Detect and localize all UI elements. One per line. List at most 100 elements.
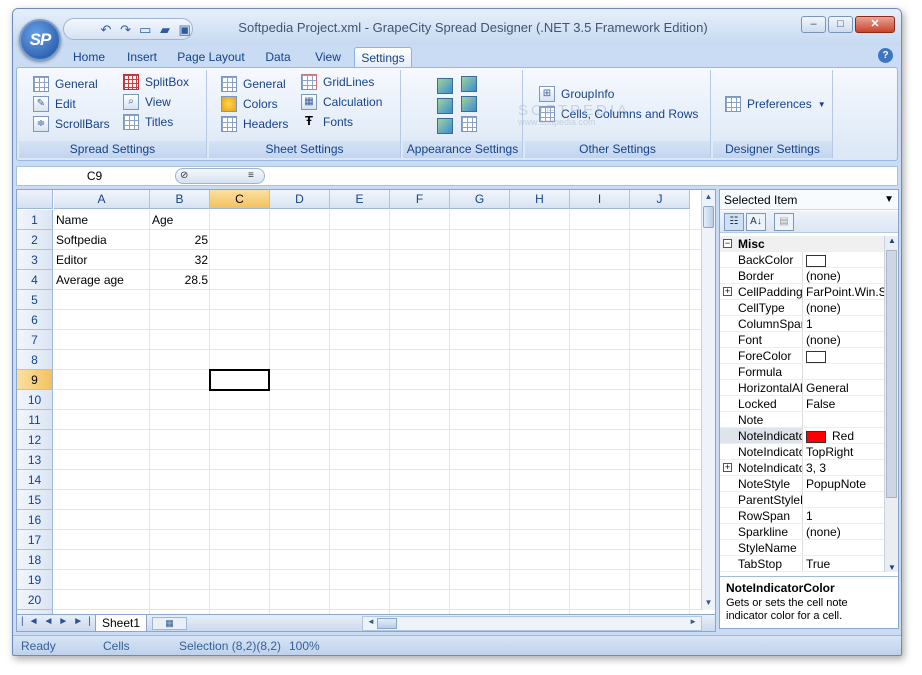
- groupinfo-button[interactable]: ⊞ GroupInfo: [539, 86, 614, 102]
- spread-edit-button[interactable]: ✎ Edit: [33, 96, 76, 112]
- formula-splitter[interactable]: ⊘ ≡: [175, 168, 265, 184]
- cell-a4[interactable]: Average age: [54, 270, 150, 290]
- property-value[interactable]: 3, 3: [804, 460, 884, 476]
- row-header-11[interactable]: 11: [17, 410, 53, 430]
- property-value[interactable]: (none): [804, 524, 884, 540]
- property-row[interactable]: StyleName: [720, 540, 884, 556]
- preferences-button[interactable]: Preferences ▼: [725, 96, 826, 112]
- spread-scrollbars-button[interactable]: ≑ ScrollBars: [33, 116, 110, 132]
- property-row[interactable]: NoteStyle PopupNote: [720, 476, 884, 492]
- scroll-thumb[interactable]: [703, 206, 714, 228]
- row-header-12[interactable]: 12: [17, 430, 53, 450]
- property-row[interactable]: TabStop True: [720, 556, 884, 572]
- cell-a2[interactable]: Softpedia: [54, 230, 150, 250]
- column-header-g[interactable]: G: [450, 190, 510, 209]
- property-scroll-thumb[interactable]: [886, 250, 897, 498]
- spread-titles-button[interactable]: Titles: [123, 114, 173, 130]
- appearance-button-6[interactable]: [461, 116, 477, 132]
- row-header-2[interactable]: 2: [17, 230, 53, 250]
- row-header-5[interactable]: 5: [17, 290, 53, 310]
- sort-alphabetical-icon[interactable]: A↓: [746, 213, 766, 231]
- property-value[interactable]: PopupNote: [804, 476, 884, 492]
- appearance-button-4[interactable]: [461, 96, 477, 112]
- hscroll-thumb[interactable]: [377, 618, 397, 629]
- property-value[interactable]: True: [804, 556, 884, 572]
- scroll-up-icon[interactable]: ▲: [888, 236, 896, 245]
- scroll-down-icon[interactable]: ▼: [702, 596, 715, 610]
- redo-icon[interactable]: ↷: [118, 22, 133, 37]
- property-row[interactable]: CellPaddingFarPoint.Win.Sp +: [720, 284, 884, 300]
- row-header-6[interactable]: 6: [17, 310, 53, 330]
- vertical-scrollbar[interactable]: ▲ ▼: [701, 190, 715, 610]
- property-row[interactable]: ParentStyleN: [720, 492, 884, 508]
- cell-a1[interactable]: Name: [54, 210, 150, 230]
- property-value[interactable]: (none): [804, 332, 884, 348]
- scroll-right-icon[interactable]: ►: [689, 617, 697, 626]
- column-header-e[interactable]: E: [330, 190, 390, 209]
- row-header-20[interactable]: 20: [17, 590, 53, 610]
- appearance-button-1[interactable]: [437, 78, 453, 94]
- sheet-calculation-button[interactable]: ▦ Calculation: [301, 94, 382, 110]
- scroll-up-icon[interactable]: ▲: [702, 190, 715, 204]
- categorized-icon[interactable]: ☷: [724, 213, 744, 231]
- property-row[interactable]: Formula: [720, 364, 884, 380]
- property-value[interactable]: (none): [804, 300, 884, 316]
- row-header-18[interactable]: 18: [17, 550, 53, 570]
- minimize-button[interactable]: –: [801, 16, 826, 33]
- property-value[interactable]: [804, 412, 884, 428]
- property-value[interactable]: False: [804, 396, 884, 412]
- name-box[interactable]: C9: [17, 167, 172, 185]
- appearance-button-5[interactable]: [437, 118, 453, 134]
- expand-icon[interactable]: +: [723, 287, 732, 296]
- undo-icon[interactable]: ↶: [99, 22, 114, 37]
- appearance-button-3[interactable]: [437, 98, 453, 114]
- cell-b2[interactable]: 25: [150, 230, 210, 250]
- property-pages-icon[interactable]: ▤: [774, 213, 794, 231]
- property-value[interactable]: [804, 492, 884, 508]
- property-row[interactable]: NoteIndicato TopRight: [720, 444, 884, 460]
- row-header-10[interactable]: 10: [17, 390, 53, 410]
- property-value[interactable]: [804, 348, 884, 364]
- property-row[interactable]: BackColor: [720, 252, 884, 268]
- property-row[interactable]: Font (none): [720, 332, 884, 348]
- column-header-h[interactable]: H: [510, 190, 570, 209]
- property-value[interactable]: [804, 252, 884, 268]
- column-header-b[interactable]: B: [150, 190, 210, 209]
- property-row[interactable]: Sparkline (none): [720, 524, 884, 540]
- row-header-7[interactable]: 7: [17, 330, 53, 350]
- property-value[interactable]: Red: [804, 428, 884, 444]
- add-sheet-icon[interactable]: ▦: [152, 617, 187, 630]
- sheet-fonts-button[interactable]: Ŧ Fonts: [301, 114, 353, 130]
- spread-splitbox-button[interactable]: SplitBox: [123, 74, 189, 90]
- property-row[interactable]: Note: [720, 412, 884, 428]
- property-row[interactable]: Locked False: [720, 396, 884, 412]
- property-row[interactable]: RowSpan 1: [720, 508, 884, 524]
- column-header-f[interactable]: F: [390, 190, 450, 209]
- property-value[interactable]: [804, 364, 884, 380]
- open-folder-icon[interactable]: ▰: [158, 22, 173, 37]
- scroll-left-icon[interactable]: ◄: [367, 617, 375, 626]
- active-cell-cursor[interactable]: [209, 369, 270, 391]
- column-header-j[interactable]: J: [630, 190, 690, 209]
- help-icon[interactable]: ?: [878, 48, 893, 63]
- save-icon[interactable]: ▣: [177, 22, 192, 37]
- expand-icon[interactable]: +: [723, 463, 732, 472]
- selected-item-dropdown[interactable]: Selected Item ▼: [720, 190, 898, 210]
- property-value[interactable]: TopRight: [804, 444, 884, 460]
- scroll-down-icon[interactable]: ▼: [888, 563, 896, 572]
- property-value[interactable]: [804, 540, 884, 556]
- sheet-gridlines-button[interactable]: GridLines: [301, 74, 374, 90]
- row-header-4[interactable]: 4: [17, 270, 53, 290]
- cell-grid[interactable]: Name Age Softpedia 25 Editor 32 Average age 28.…: [54, 210, 704, 620]
- cell-b1[interactable]: Age: [150, 210, 210, 230]
- column-header-d[interactable]: D: [270, 190, 330, 209]
- spread-general-button[interactable]: General: [33, 76, 98, 92]
- property-row[interactable]: Border (none): [720, 268, 884, 284]
- property-value[interactable]: General: [804, 380, 884, 396]
- row-header-3[interactable]: 3: [17, 250, 53, 270]
- appearance-button-2[interactable]: [461, 76, 477, 92]
- tab-settings[interactable]: Settings: [354, 47, 412, 67]
- category-misc[interactable]: − Misc: [720, 236, 884, 252]
- select-all-corner[interactable]: [17, 190, 53, 209]
- cell-b3[interactable]: 32: [150, 250, 210, 270]
